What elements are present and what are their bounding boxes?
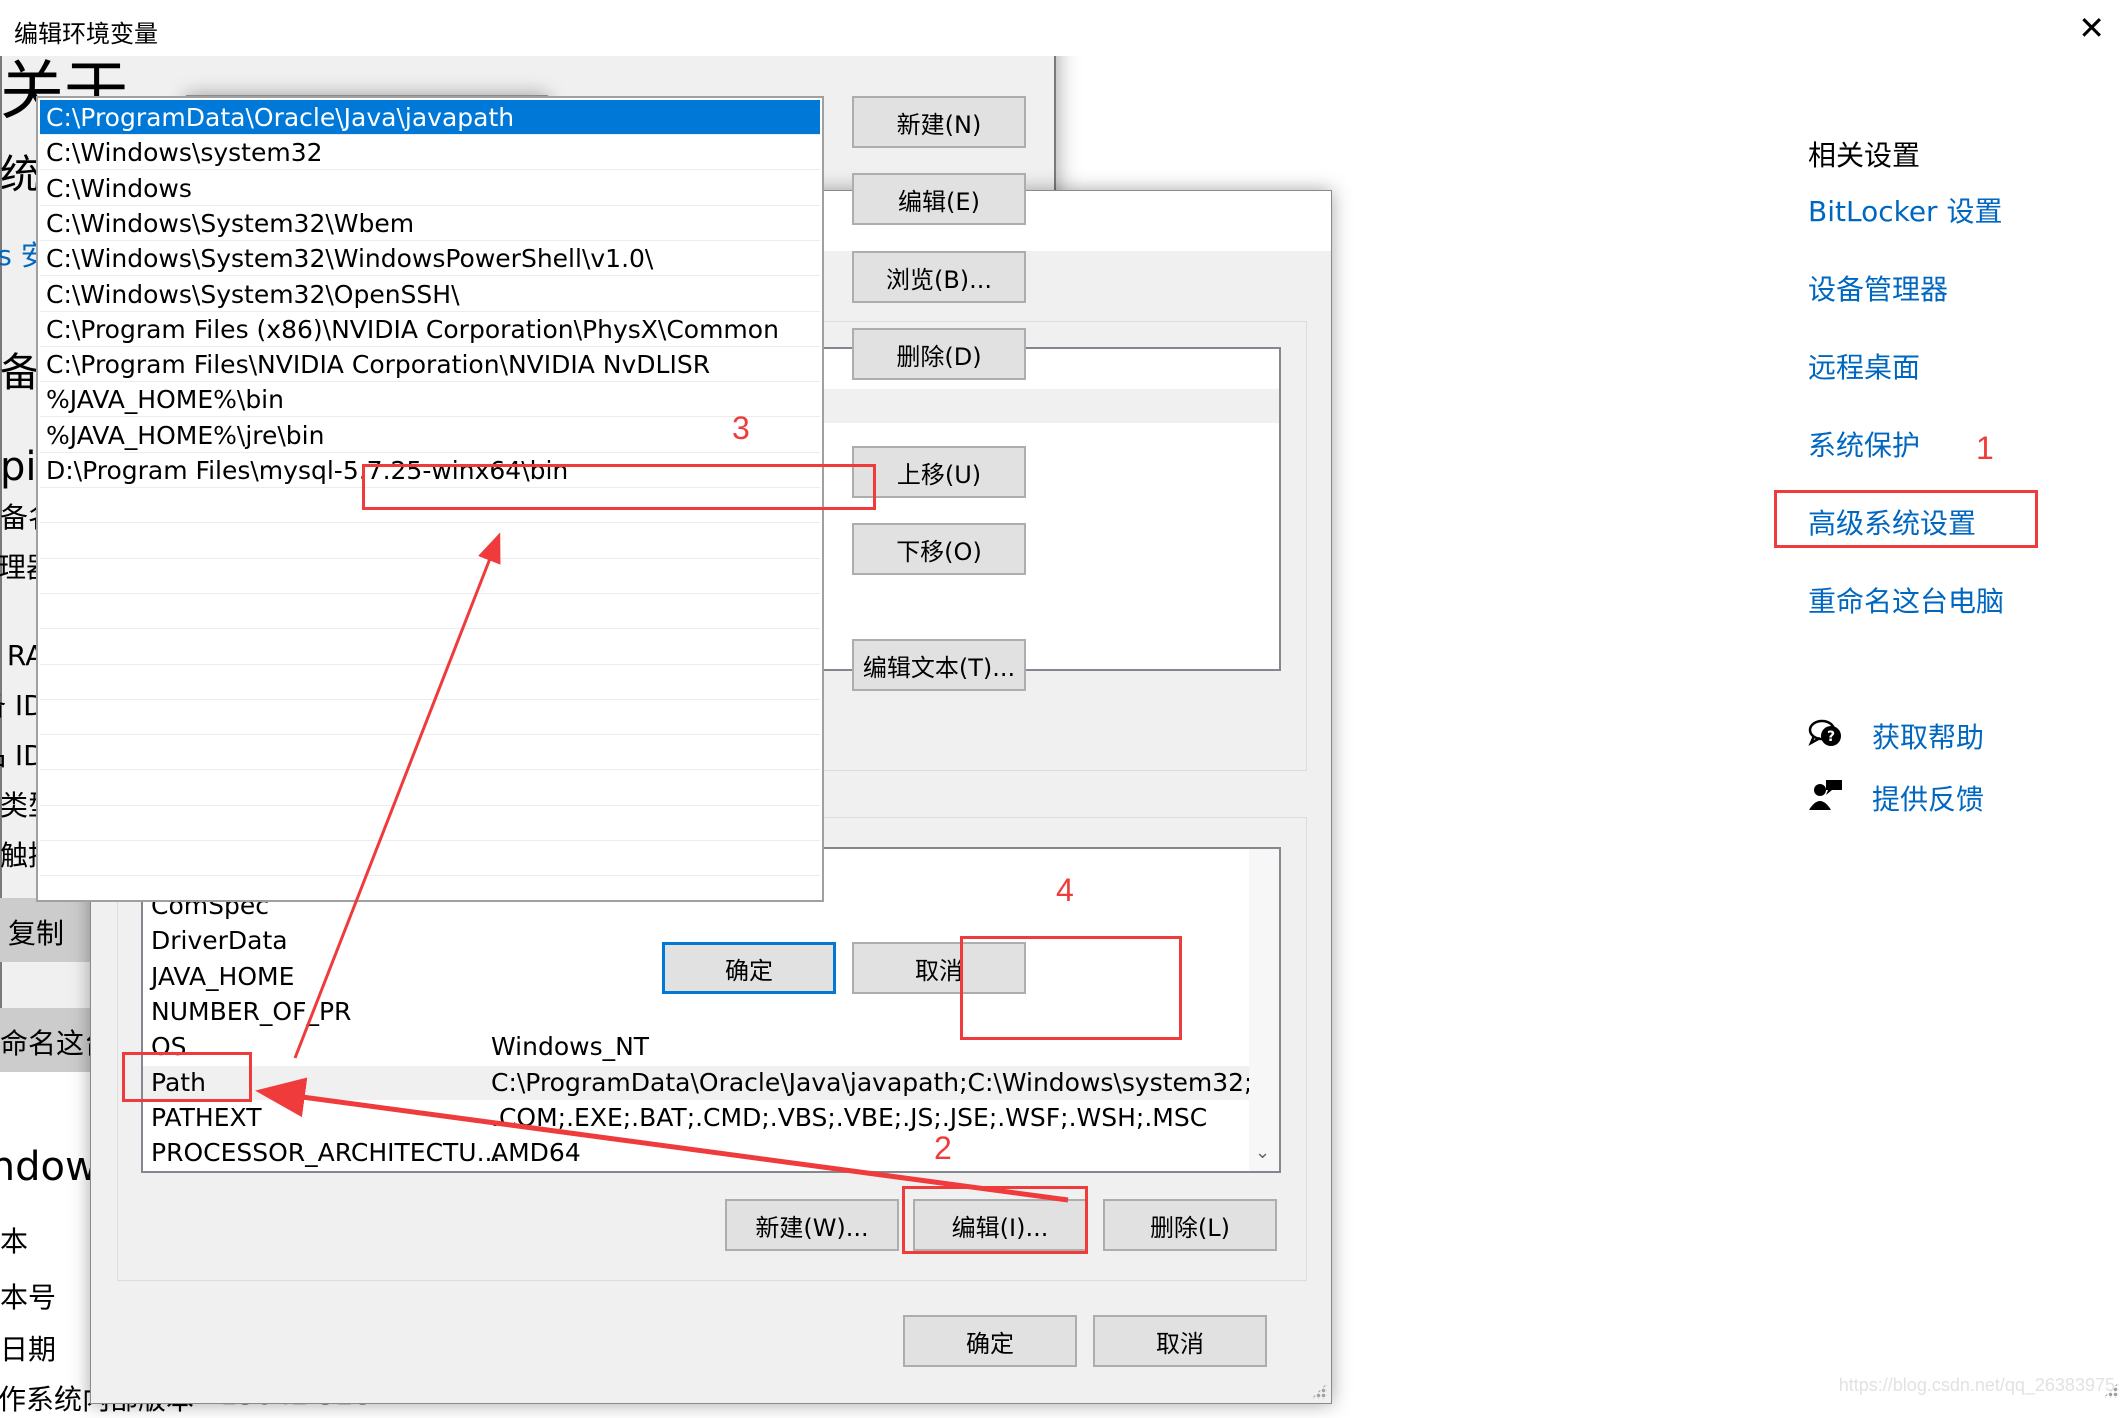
system-var-row[interactable]: OS Windows_NT — [143, 1030, 1249, 1064]
empty-path-row[interactable] — [40, 771, 820, 806]
new-entry-button[interactable]: 新建(N) — [852, 96, 1026, 148]
path-entry-row[interactable]: C:\Windows\System32\OpenSSH\ — [40, 277, 820, 312]
close-icon[interactable]: ✕ — [2078, 10, 2105, 46]
edit-cancel-button[interactable]: 取消 — [852, 942, 1026, 994]
edit-dialog-title: 编辑环境变量 — [0, 0, 2123, 56]
empty-path-row[interactable] — [40, 665, 820, 700]
path-entry-row[interactable]: C:\Windows — [40, 171, 820, 206]
related-settings-heading: 相关设置 — [1808, 139, 1921, 172]
system-new-button[interactable]: 新建(W)... — [725, 1199, 899, 1251]
empty-path-row[interactable] — [40, 488, 820, 524]
path-entry-row[interactable]: C:\Program Files\NVIDIA Corporation\NVID… — [40, 347, 820, 383]
system-var-name: Path — [151, 1067, 206, 1097]
copy-button-label: 复制 — [8, 917, 65, 950]
rename-pc-button-label: 重命名这台电脑 — [0, 1027, 100, 1060]
system-var-row[interactable]: PROCESSOR_ARCHITECTU... AMD64 — [143, 1136, 1249, 1170]
delete-entry-button[interactable]: 删除(D) — [852, 328, 1026, 380]
path-entry-row[interactable]: %JAVA_HOME%\bin — [40, 382, 820, 418]
help-chat-icon: ? — [1808, 716, 1844, 752]
empty-path-row[interactable] — [40, 630, 820, 665]
annotation-step-1: 1 — [1976, 430, 1994, 466]
device-manager-link[interactable]: 设备管理器 — [1808, 268, 1948, 308]
edit-entry-button[interactable]: 编辑(E) — [852, 173, 1026, 225]
system-var-name: PROCESSOR_ARCHITECTU... — [151, 1138, 501, 1168]
give-feedback-link[interactable]: 提供反馈 — [1872, 778, 1984, 818]
annotation-step-3: 3 — [732, 410, 750, 446]
path-entry-row[interactable]: C:\Windows\System32\WindowsPowerShell\v1… — [40, 241, 820, 277]
empty-path-row[interactable] — [40, 806, 820, 841]
system-edit-button[interactable]: 编辑(I)... — [913, 1199, 1087, 1251]
get-help-link[interactable]: 获取帮助 — [1872, 716, 1984, 756]
system-var-row[interactable]: NUMBER_OF_PR — [143, 995, 1249, 1029]
empty-path-row[interactable] — [40, 735, 820, 771]
path-entry-row[interactable]: C:\Program Files (x86)\NVIDIA Corporatio… — [40, 312, 820, 347]
move-down-button[interactable]: 下移(O) — [852, 523, 1026, 575]
win-spec-label-edition: 版本 — [0, 1225, 29, 1258]
env-cancel-button[interactable]: 取消 — [1093, 1315, 1267, 1367]
path-entry-row[interactable]: %JAVA_HOME%\jre\bin — [40, 418, 820, 453]
move-up-button[interactable]: 上移(U) — [852, 446, 1026, 498]
advanced-system-settings-link[interactable]: 高级系统设置 — [1808, 502, 1976, 542]
system-var-row[interactable]: Path C:\ProgramData\Oracle\Java\javapath;… — [143, 1065, 1279, 1100]
empty-path-row[interactable] — [40, 700, 820, 736]
path-entry-row[interactable]: C:\Windows\system32 — [40, 135, 820, 171]
system-var-name: DriverData — [151, 926, 288, 956]
copy-button[interactable]: 复制 — [0, 898, 100, 962]
system-var-name: NUMBER_OF_PR — [151, 996, 352, 1026]
empty-path-row[interactable] — [40, 841, 820, 877]
win-spec-label-install-date: 安装日期 — [0, 1333, 57, 1366]
empty-path-row[interactable] — [40, 524, 820, 559]
browse-button[interactable]: 浏览(B)... — [852, 251, 1026, 303]
scroll-down-chevron-icon[interactable]: ⌄ — [1255, 1142, 1270, 1163]
system-protection-link[interactable]: 系统保护 — [1808, 424, 1920, 464]
system-vars-scrollbar[interactable]: ⌄ — [1249, 849, 1279, 1171]
edit-text-button[interactable]: 编辑文本(T)... — [852, 639, 1026, 691]
resize-grip-icon[interactable] — [1311, 1383, 1327, 1399]
env-ok-button[interactable]: 确定 — [903, 1315, 1077, 1367]
edit-ok-button[interactable]: 确定 — [662, 942, 836, 994]
empty-path-row[interactable] — [40, 594, 820, 630]
rename-this-pc-link[interactable]: 重命名这台电脑 — [1808, 580, 2004, 620]
system-var-value: C:\ProgramData\Oracle\Java\javapath;C:\W… — [491, 1067, 1281, 1097]
feedback-icon — [1808, 778, 1844, 814]
bitlocker-settings-link[interactable]: BitLocker 设置 — [1808, 190, 2002, 230]
path-entries-list[interactable]: C:\ProgramData\Oracle\Java\javapath C:\Wi… — [36, 96, 824, 902]
svg-text:?: ? — [1827, 729, 1835, 745]
rename-pc-button[interactable]: 重命名这台电脑 — [0, 1008, 100, 1072]
system-var-row[interactable]: PATHEXT .COM;.EXE;.BAT;.CMD;.VBS;.VBE;.JS… — [143, 1101, 1249, 1135]
annotation-step-2: 2 — [934, 1130, 952, 1166]
path-entry-row[interactable]: C:\ProgramData\Oracle\Java\javapath — [40, 100, 820, 135]
system-var-value: .COM;.EXE;.BAT;.CMD;.VBS;.VBE;.JS;.JSE;.… — [491, 1102, 1208, 1132]
system-var-value: AMD64 — [491, 1138, 581, 1168]
system-var-value: Windows_NT — [491, 1032, 650, 1062]
system-var-name: OS — [151, 1032, 187, 1062]
path-entry-row[interactable]: D:\Program Files\mysql-5.7.25-winx64\bin — [40, 453, 820, 488]
empty-path-row[interactable] — [40, 559, 820, 594]
watermark: https://blog.csdn.net/qq_26383975 — [1838, 1375, 2115, 1395]
path-entry-row[interactable]: C:\Windows\System32\Wbem — [40, 206, 820, 241]
system-var-name: PATHEXT — [151, 1102, 262, 1132]
win-spec-label-version: 版本号 — [0, 1281, 57, 1314]
system-delete-button[interactable]: 删除(L) — [1103, 1199, 1277, 1251]
annotation-step-4: 4 — [1056, 872, 1074, 908]
remote-desktop-link[interactable]: 远程桌面 — [1808, 346, 1920, 386]
system-var-name: JAVA_HOME — [151, 961, 295, 991]
